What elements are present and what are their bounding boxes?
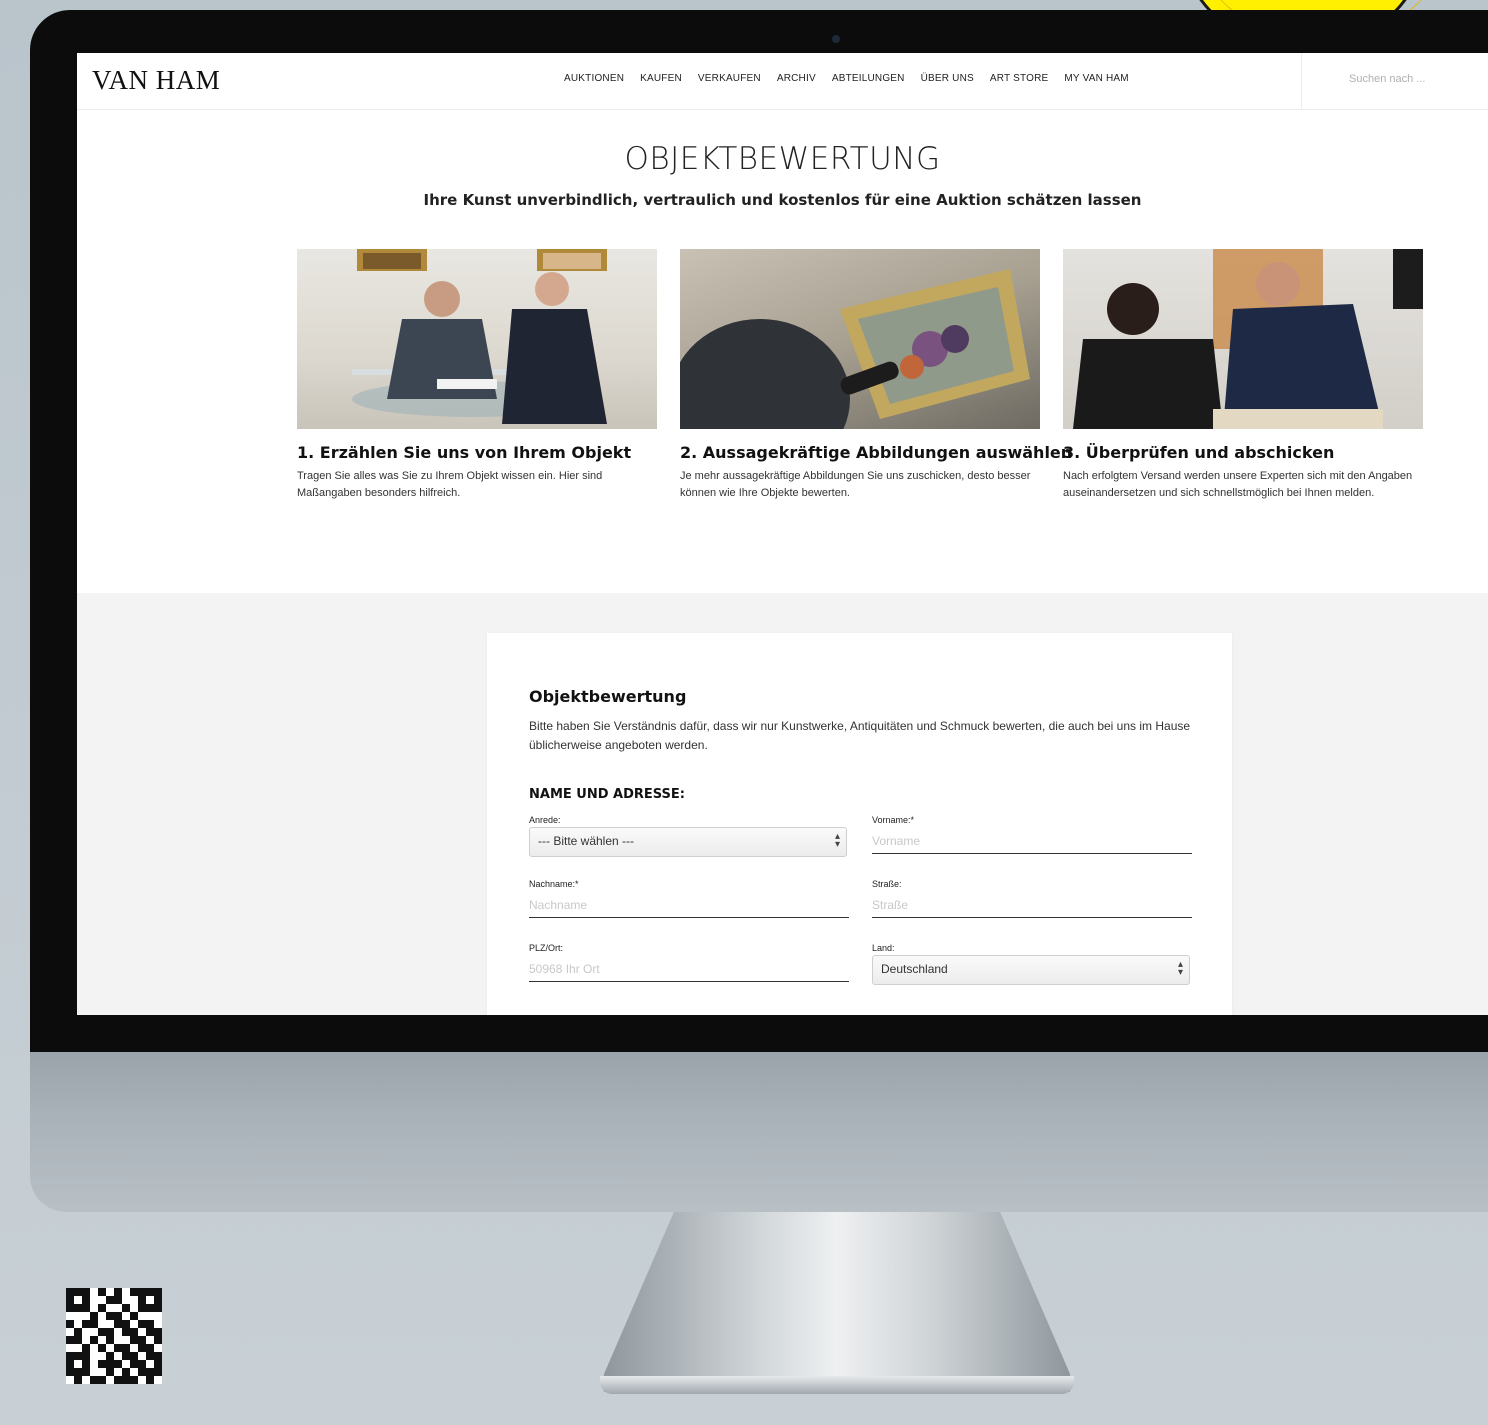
- monitor-stand: [604, 1212, 1070, 1392]
- site-logo[interactable]: VAN HAM: [92, 65, 220, 96]
- step-3: 3. Überprüfen und abschicken Nach erfolg…: [1063, 249, 1423, 502]
- plzort-input[interactable]: [529, 957, 849, 982]
- search-input[interactable]: [1347, 72, 1471, 86]
- select-arrows-icon: ▴ ▾: [834, 831, 840, 850]
- form-title: Objektbewertung: [529, 687, 687, 706]
- step-1-text: Tragen Sie alles was Sie zu Ihrem Objekt…: [297, 470, 603, 499]
- search-box: [1301, 53, 1488, 109]
- nav-item-ueber-uns[interactable]: ÜBER UNS: [921, 73, 974, 84]
- land-label: Land:: [872, 943, 895, 953]
- page-title: OBJEKTBEWERTUNG: [624, 141, 941, 177]
- step-1-photo: [297, 249, 657, 429]
- nachname-field: Nachname:*: [529, 879, 849, 918]
- nav-item-verkaufen[interactable]: VERKAUFEN: [698, 73, 761, 84]
- plzort-field: PLZ/Ort:: [529, 943, 849, 982]
- form-card: Objektbewertung Bitte haben Sie Verständ…: [487, 633, 1232, 1015]
- nav-item-auktionen[interactable]: AUKTIONEN: [564, 73, 624, 84]
- form-intro: Bitte haben Sie Verständnis dafür, dass …: [529, 719, 1191, 752]
- monitor-chin: [30, 1052, 1488, 1212]
- anrede-field: Anrede: --- Bitte wählen --- ▴ ▾: [529, 815, 849, 857]
- step-2: 2. Aussagekräftige Abbildungen auswählen…: [680, 249, 1073, 502]
- step-3-text: Nach erfolgtem Versand werden unsere Exp…: [1063, 470, 1413, 499]
- strasse-input[interactable]: [872, 893, 1192, 918]
- nachname-input[interactable]: [529, 893, 849, 918]
- anrede-label: Anrede:: [529, 815, 561, 825]
- main-nav: AUKTIONEN KAUFEN VERKAUFEN ARCHIV ABTEIL…: [564, 73, 1145, 84]
- nav-item-archiv[interactable]: ARCHIV: [777, 73, 816, 84]
- browser-screen: VAN HAM AUKTIONEN KAUFEN VERKAUFEN ARCHI…: [77, 53, 1488, 1015]
- nav-item-art-store[interactable]: ART STORE: [990, 73, 1049, 84]
- land-value: Deutschland: [881, 962, 948, 976]
- anrede-value: --- Bitte wählen ---: [538, 834, 635, 848]
- step-2-title: 2. Aussagekräftige Abbildungen auswählen: [680, 443, 1073, 462]
- step-3-photo: [1063, 249, 1423, 429]
- strasse-field: Straße:: [872, 879, 1192, 918]
- strasse-label: Straße:: [872, 879, 902, 889]
- site-header: VAN HAM AUKTIONEN KAUFEN VERKAUFEN ARCHI…: [77, 53, 1488, 110]
- plzort-label: PLZ/Ort:: [529, 943, 564, 953]
- land-select[interactable]: Deutschland ▴ ▾: [872, 955, 1190, 985]
- land-field: Land: Deutschland ▴ ▾: [872, 943, 1192, 985]
- step-3-title: 3. Überprüfen und abschicken: [1063, 443, 1335, 462]
- nav-item-kaufen[interactable]: KAUFEN: [640, 73, 682, 84]
- monitor-stand-base: [600, 1376, 1074, 1394]
- nav-item-abteilungen[interactable]: ABTEILUNGEN: [832, 73, 905, 84]
- step-1-title: 1. Erzählen Sie uns von Ihrem Objekt: [297, 443, 632, 462]
- vorname-field: Vorname:*: [872, 815, 1192, 854]
- anrede-select[interactable]: --- Bitte wählen --- ▴ ▾: [529, 827, 847, 857]
- step-2-photo: [680, 249, 1040, 429]
- nachname-label: Nachname:*: [529, 879, 579, 889]
- step-1: 1. Erzählen Sie uns von Ihrem Objekt Tra…: [297, 249, 657, 502]
- camera-dot: [832, 35, 840, 43]
- vorname-label: Vorname:*: [872, 815, 915, 825]
- nav-item-my-van-ham[interactable]: MY VAN HAM: [1064, 73, 1128, 84]
- step-2-text: Je mehr aussagekräftige Abbildungen Sie …: [680, 470, 1031, 499]
- qr-code-icon: [66, 1288, 162, 1384]
- form-section-heading: NAME UND ADRESSE:: [529, 787, 685, 802]
- select-arrows-icon: ▴ ▾: [1177, 959, 1183, 978]
- page-subtitle: Ihre Kunst unverbindlich, vertraulich un…: [423, 191, 1142, 209]
- vorname-input[interactable]: [872, 829, 1192, 854]
